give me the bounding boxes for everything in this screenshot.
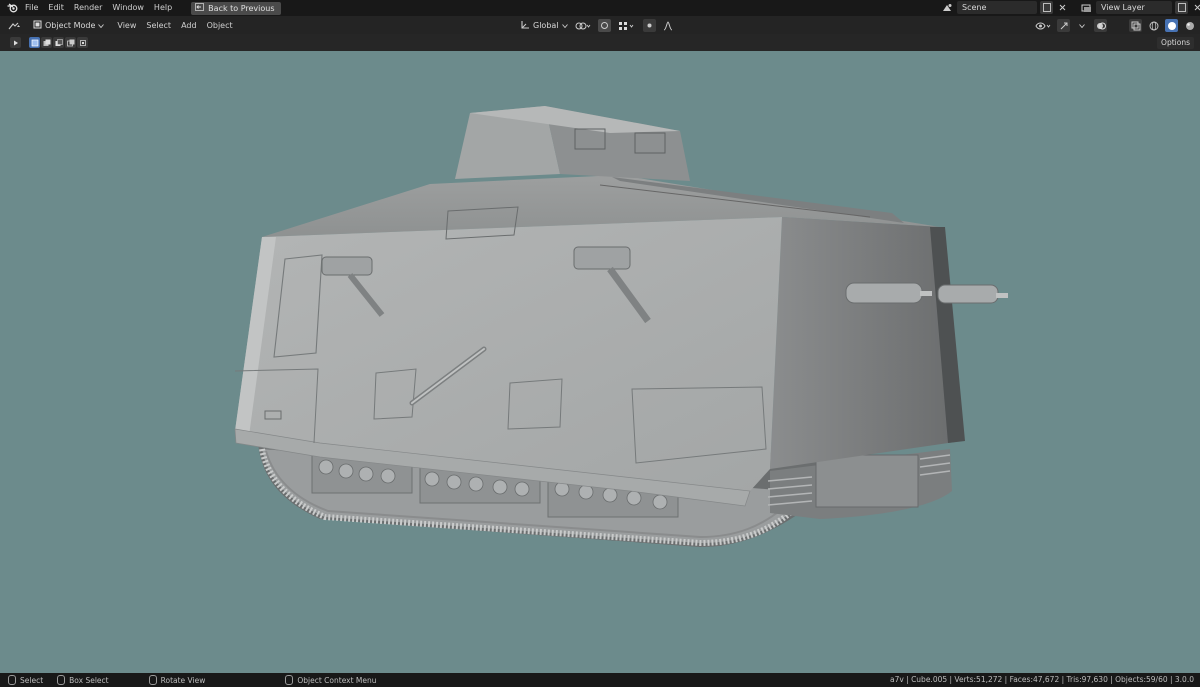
view-layer-icon[interactable]: [1080, 1, 1093, 14]
object-mode-label: Object Mode: [45, 20, 96, 30]
proportional-editing-icon[interactable]: [642, 19, 656, 32]
view-layer-field[interactable]: View Layer: [1096, 1, 1172, 14]
select-new-icon[interactable]: [29, 37, 40, 48]
xray-toggle-icon[interactable]: [1129, 19, 1142, 32]
viewport-display-tools: [1034, 19, 1200, 32]
transform-orientation-icon: [520, 20, 530, 32]
transform-tools: Global: [520, 19, 675, 32]
menu-view[interactable]: View: [112, 21, 141, 30]
top-menu-bar: File Edit Render Window Help Back to Pre…: [0, 0, 1200, 16]
options-dropdown[interactable]: Options: [1157, 37, 1194, 49]
gizmo-toggle-icon[interactable]: [1057, 19, 1070, 32]
menu-help[interactable]: Help: [149, 0, 177, 16]
snap-target-icon[interactable]: [617, 19, 637, 32]
selection-mode-group: [29, 37, 88, 48]
visibility-selectability-icon[interactable]: [1034, 19, 1052, 32]
mouse-left-icon: [8, 675, 16, 685]
tank-hull: [234, 106, 1008, 507]
scene-selector-group: Scene View Layer: [941, 1, 1200, 14]
scene-name-field[interactable]: Scene: [957, 1, 1037, 14]
pivot-point-icon[interactable]: [574, 19, 592, 32]
mouse-drag-icon: [57, 675, 66, 685]
snap-toggle-icon[interactable]: [597, 19, 611, 32]
new-view-layer-icon[interactable]: [1175, 1, 1188, 14]
back-to-previous-label: Back to Previous: [208, 3, 275, 13]
close-scene-icon[interactable]: [1056, 1, 1069, 14]
shading-solid-icon[interactable]: [1165, 19, 1178, 32]
orientation-label: Global: [533, 21, 559, 30]
tool-settings-header: Options: [0, 34, 1200, 51]
viewport-header: Object Mode View Select Add Object Globa…: [0, 16, 1200, 34]
select-subtract-icon[interactable]: [53, 37, 64, 48]
select-extend-icon[interactable]: [41, 37, 52, 48]
select-invert-icon[interactable]: [65, 37, 76, 48]
menu-window[interactable]: Window: [107, 0, 149, 16]
tank-model: [234, 106, 1008, 547]
overlays-icon[interactable]: [1094, 19, 1107, 32]
hint-select-label: Select: [20, 675, 44, 685]
mouse-right-icon: [285, 675, 294, 685]
select-intersect-icon[interactable]: [77, 37, 88, 48]
hint-context-menu: Object Context Menu: [285, 675, 377, 685]
shading-material-icon[interactable]: [1183, 19, 1196, 32]
scene-statistics: a7v | Cube.005 | Verts:51,272 | Faces:47…: [889, 675, 1194, 684]
toolbar-toggle-icon[interactable]: [10, 37, 21, 48]
menu-file[interactable]: File: [20, 0, 43, 16]
object-mode-dropdown[interactable]: Object Mode: [30, 19, 107, 32]
menu-edit[interactable]: Edit: [43, 0, 69, 16]
menu-add[interactable]: Add: [176, 21, 202, 30]
overlay-chevron-icon[interactable]: [1075, 19, 1089, 32]
back-to-previous-button[interactable]: Back to Previous: [191, 1, 281, 15]
hint-context-label: Object Context Menu: [297, 675, 377, 685]
close-view-layer-icon[interactable]: [1191, 1, 1200, 14]
menu-object[interactable]: Object: [202, 21, 238, 30]
scene-icon[interactable]: [941, 1, 954, 14]
chevron-down-icon: [98, 21, 105, 30]
hint-box-select-label: Box Select: [69, 675, 109, 685]
hint-select: Select: [8, 675, 43, 685]
mouse-middle-icon: [148, 675, 157, 685]
hint-rotate: Rotate View: [148, 675, 206, 685]
hint-box-select: Box Select: [57, 675, 109, 685]
chevron-down-icon: [561, 21, 568, 30]
orientation-dropdown[interactable]: Global: [520, 20, 568, 32]
new-scene-icon[interactable]: [1040, 1, 1053, 14]
object-mode-icon: [33, 20, 42, 31]
menu-render[interactable]: Render: [69, 0, 107, 16]
3d-viewport[interactable]: [0, 51, 1200, 673]
editor-type-icon[interactable]: [8, 19, 21, 32]
blender-logo-icon[interactable]: [4, 0, 20, 16]
shading-wireframe-icon[interactable]: [1147, 19, 1160, 32]
menu-select[interactable]: Select: [141, 21, 176, 30]
back-arrow-icon: [195, 3, 205, 13]
status-bar: Select Box Select Rotate View Object Con…: [0, 673, 1200, 687]
falloff-curve-icon[interactable]: [662, 19, 675, 32]
hint-rotate-label: Rotate View: [160, 675, 206, 685]
